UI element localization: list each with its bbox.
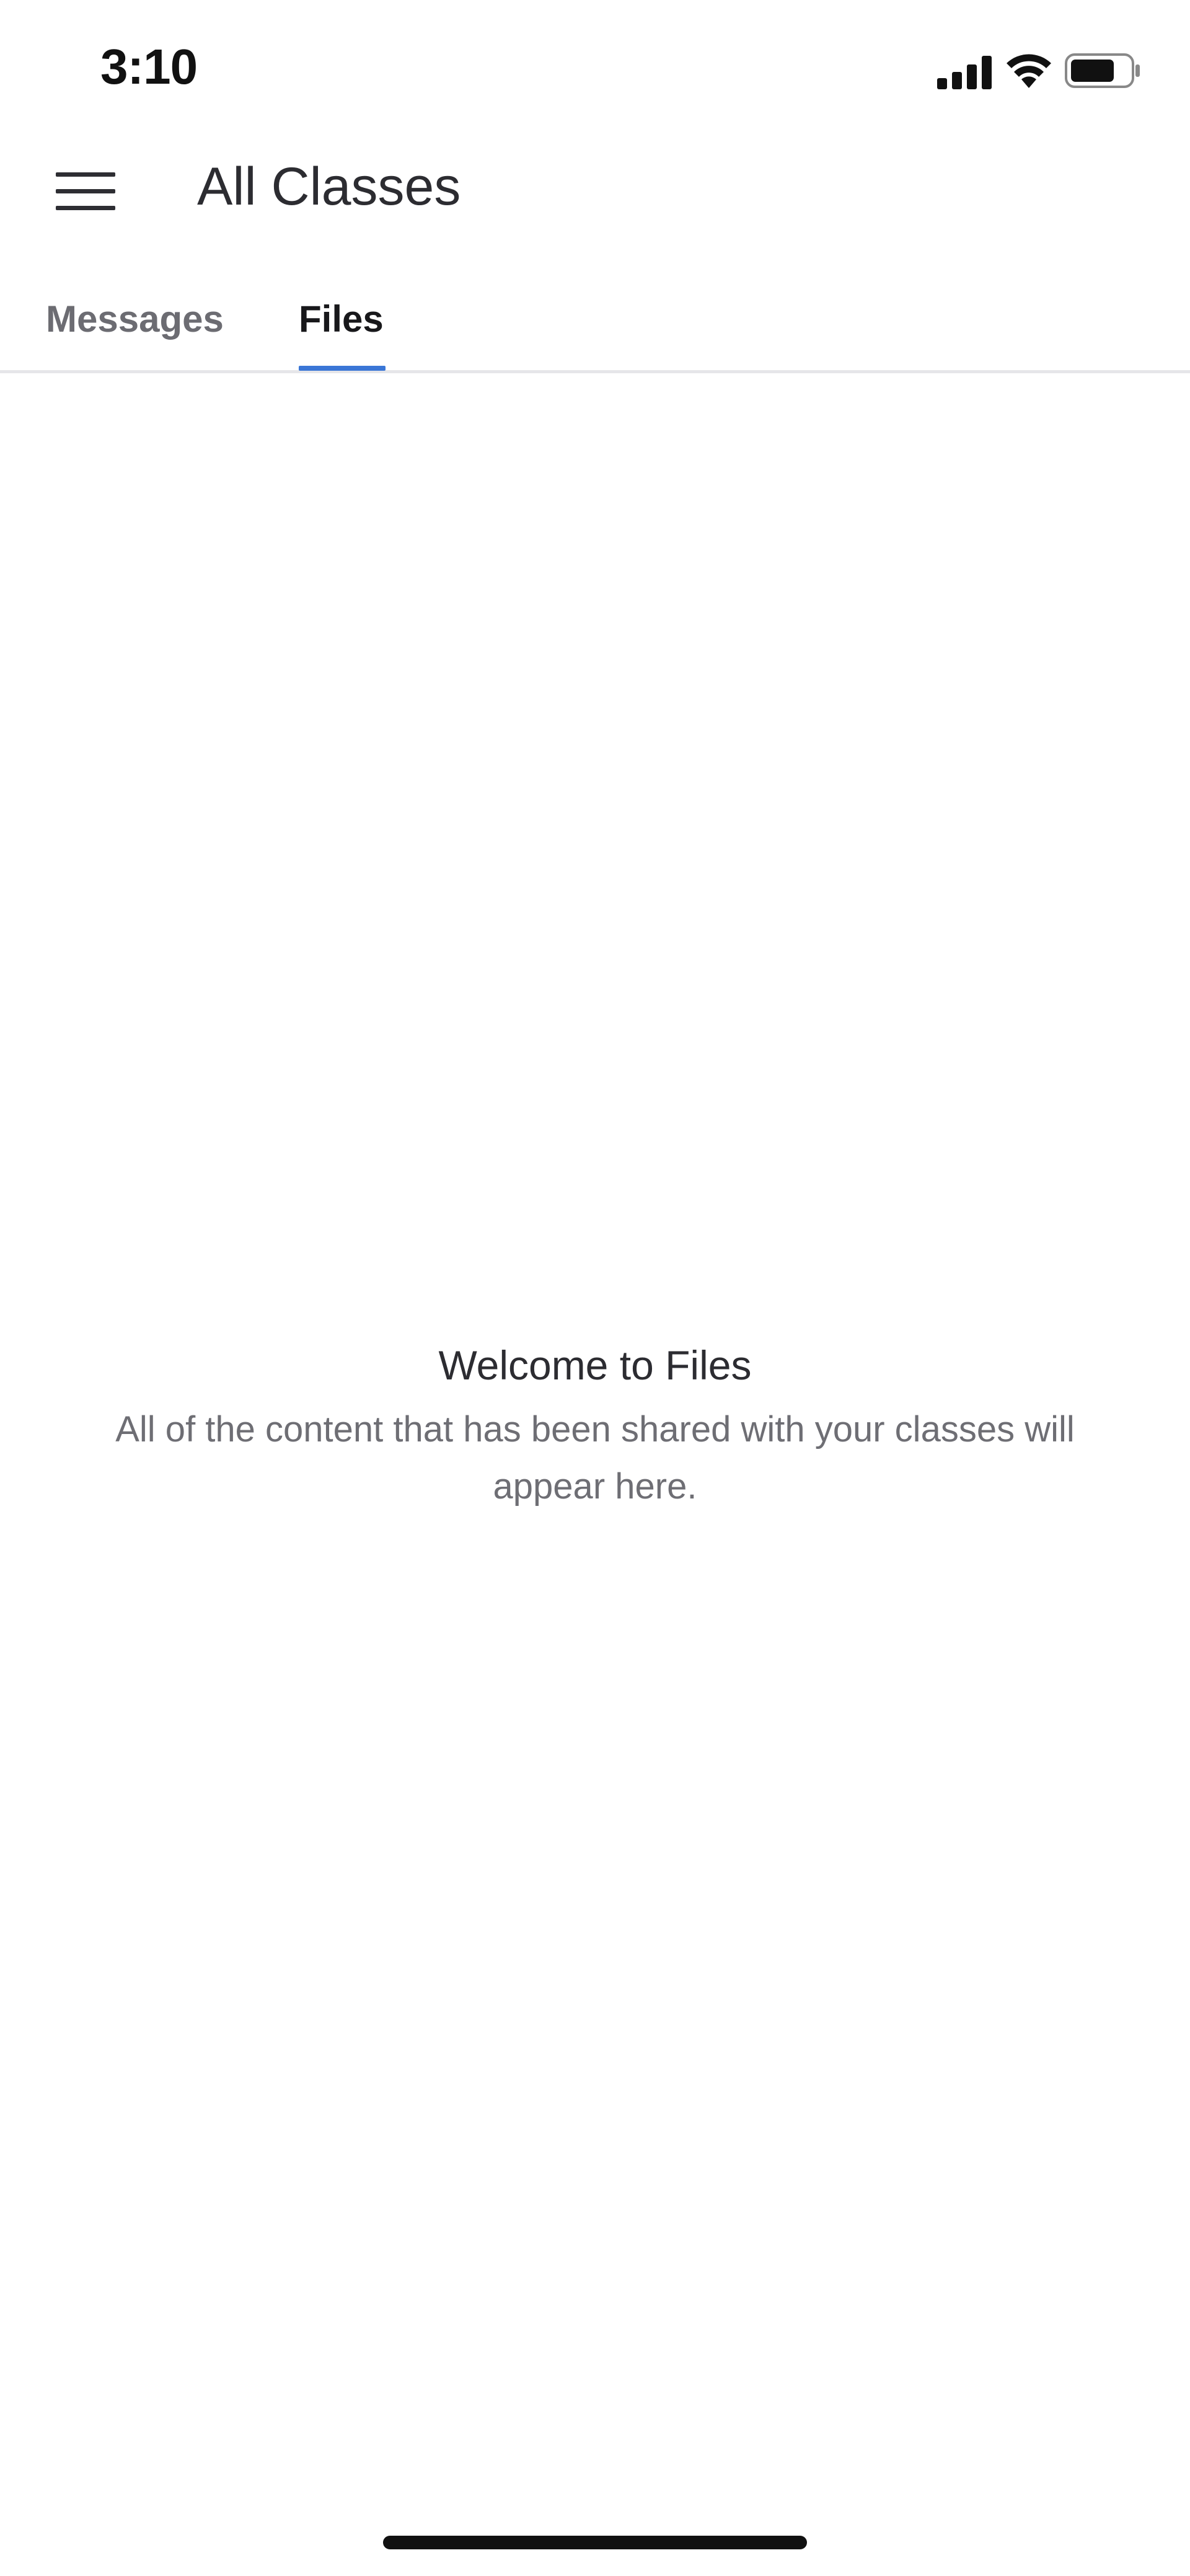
hamburger-menu-icon[interactable] [47,160,124,222]
empty-state: Welcome to Files All of the content that… [0,1333,1190,1515]
tab-messages[interactable]: Messages [46,298,224,340]
tab-bar: Messages Files [0,273,1190,373]
home-indicator[interactable] [383,2536,807,2549]
wifi-icon [1007,54,1051,88]
empty-state-message: All of the content that has been shared … [115,1409,1075,1507]
app-screen: 3:10 All Classes Messages Files Welcome … [0,0,1190,2576]
active-tab-indicator [299,366,386,371]
status-bar: 3:10 [0,0,1190,143]
battery-icon [1065,53,1140,88]
menu-bar [56,205,115,210]
empty-state-title: Welcome to Files [438,1342,752,1388]
app-header: All Classes [0,143,1190,236]
tab-files[interactable]: Files [299,298,384,340]
status-time: 3:10 [100,39,198,94]
menu-bar [56,172,115,177]
cellular-signal-icon [937,56,992,89]
page-title: All Classes [197,157,461,216]
menu-bar [56,188,115,193]
